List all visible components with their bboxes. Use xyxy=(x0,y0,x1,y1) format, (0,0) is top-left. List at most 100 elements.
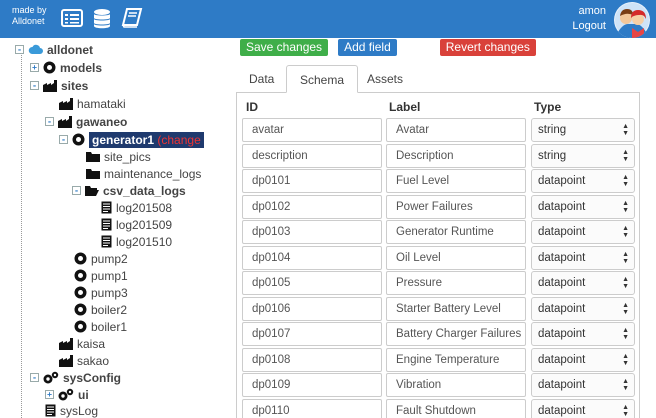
tree-node-ui[interactable]: + ui xyxy=(45,386,89,403)
field-type-value: datapoint xyxy=(538,277,586,289)
select-arrows-icon: ▲ ▼ xyxy=(622,276,629,290)
field-type-select[interactable]: datapoint ▲ ▼ xyxy=(531,271,635,295)
logout-link[interactable]: Logout xyxy=(572,19,606,34)
field-label-input[interactable]: Description xyxy=(386,143,526,168)
field-id-input[interactable]: description xyxy=(242,143,382,168)
expand-toggle[interactable]: + xyxy=(45,390,54,399)
field-id-input[interactable]: dp0108 xyxy=(242,347,382,372)
table-icon[interactable] xyxy=(61,8,83,28)
field-type-select[interactable]: datapoint ▲ ▼ xyxy=(531,373,635,397)
select-arrows-icon: ▲ ▼ xyxy=(622,148,629,163)
expand-toggle[interactable]: + xyxy=(30,63,39,72)
tab-data[interactable]: Data xyxy=(236,65,287,93)
add-field-button[interactable]: Add field xyxy=(338,39,397,56)
field-id-input[interactable]: avatar xyxy=(242,118,382,142)
field-type-select[interactable]: string ▲ ▼ xyxy=(531,118,635,142)
field-label-input[interactable]: Power Failures xyxy=(386,194,526,219)
tree-node-hamataki[interactable]: hamataki xyxy=(59,95,126,112)
tree-node-maintenance-logs[interactable]: maintenance_logs xyxy=(86,165,201,182)
field-label-input[interactable]: Fuel Level xyxy=(386,169,526,193)
tab-bar: Data Schema Assets xyxy=(236,62,640,93)
field-type-select[interactable]: string ▲ ▼ xyxy=(531,143,635,168)
field-type-select[interactable]: datapoint ▲ ▼ xyxy=(531,220,635,244)
collapse-toggle[interactable]: - xyxy=(15,45,24,54)
tree-node-sites[interactable]: - sites xyxy=(30,77,88,94)
field-label-input[interactable]: Oil Level xyxy=(386,245,526,270)
factory-icon xyxy=(59,354,73,367)
field-type-select[interactable]: datapoint ▲ ▼ xyxy=(531,169,635,193)
avatar[interactable] xyxy=(614,2,650,38)
field-type-select[interactable]: datapoint ▲ ▼ xyxy=(531,347,635,372)
field-id-input[interactable]: dp0110 xyxy=(242,398,382,418)
tree-node-alldonet[interactable]: - alldonet xyxy=(15,41,93,58)
tree-node-label: maintenance_logs xyxy=(104,166,202,181)
tree-node-label: gawaneo xyxy=(76,114,128,129)
tab-schema[interactable]: Schema xyxy=(286,65,359,93)
save-changes-button[interactable]: Save changes xyxy=(240,39,329,56)
tree-node-boiler1[interactable]: boiler1 xyxy=(74,318,127,335)
tree-node-sakao[interactable]: sakao xyxy=(59,352,109,369)
select-arrows-icon: ▲ ▼ xyxy=(622,199,629,214)
field-type-select[interactable]: datapoint ▲ ▼ xyxy=(531,245,635,270)
tree-node-gawaneo[interactable]: - gawaneo xyxy=(45,113,127,130)
collapse-toggle[interactable]: - xyxy=(72,186,81,195)
field-type-select[interactable]: datapoint ▲ ▼ xyxy=(531,398,635,418)
tree-node-generator1[interactable]: - generator1 (change xyxy=(59,131,204,148)
revert-changes-button[interactable]: Revert changes xyxy=(439,39,536,56)
tab-assets[interactable]: Assets xyxy=(354,65,416,93)
collapse-toggle[interactable]: - xyxy=(59,135,68,144)
field-type-value: datapoint xyxy=(538,404,586,417)
database-icon[interactable] xyxy=(92,8,114,29)
tree-node-pump2[interactable]: pump2 xyxy=(74,250,128,267)
select-arrows-icon: ▲ ▼ xyxy=(622,327,629,341)
field-type-select[interactable]: datapoint ▲ ▼ xyxy=(531,322,635,346)
field-label-input[interactable]: Generator Runtime xyxy=(386,220,526,244)
tree-node-log201508[interactable]: log201508 xyxy=(101,199,172,216)
username: amon xyxy=(578,5,606,17)
tree-node-log201510[interactable]: log201510 xyxy=(101,233,172,250)
tree-node-pump1[interactable]: pump1 xyxy=(74,267,128,284)
field-label-input[interactable]: Avatar xyxy=(386,118,526,142)
field-id-input[interactable]: dp0101 xyxy=(242,169,382,193)
tree-node-models[interactable]: + models xyxy=(30,59,102,76)
tree-node-site-pics[interactable]: site_pics xyxy=(86,148,151,165)
tree-node-csv-data-logs[interactable]: - csv_data_logs xyxy=(72,182,186,199)
field-label-input[interactable]: Battery Charger Failures xyxy=(386,322,526,346)
field-type-value: datapoint xyxy=(538,379,586,391)
collapse-toggle[interactable]: - xyxy=(30,373,39,382)
tree-node-label: hamataki xyxy=(77,96,126,111)
field-id-input[interactable]: dp0103 xyxy=(242,220,382,244)
tree-node-kaisa[interactable]: kaisa xyxy=(59,335,105,352)
tree-node-pump3[interactable]: pump3 xyxy=(74,284,128,301)
field-type-select[interactable]: datapoint ▲ ▼ xyxy=(531,194,635,219)
tree-node-label: log201510 xyxy=(116,234,173,249)
field-label-input[interactable]: Vibration xyxy=(386,373,526,397)
field-type-select[interactable]: datapoint ▲ ▼ xyxy=(531,296,635,321)
field-id-input[interactable]: dp0106 xyxy=(242,296,382,321)
field-id-input[interactable]: dp0107 xyxy=(242,322,382,346)
select-arrows-icon: ▲ ▼ xyxy=(622,403,629,418)
collapse-toggle[interactable]: - xyxy=(30,81,39,90)
tree-node-syslog[interactable]: sysLog xyxy=(45,402,98,418)
gear-icon xyxy=(74,269,87,282)
folder-icon xyxy=(86,152,100,162)
column-header-type: Type xyxy=(534,100,562,114)
field-id-input[interactable]: dp0102 xyxy=(242,194,382,219)
tree-node-sysconfig[interactable]: - sysConfig xyxy=(30,369,121,386)
factory-icon xyxy=(59,97,73,110)
brand: made by Alldonet xyxy=(12,5,47,27)
gear-icon xyxy=(43,61,56,74)
tree-node-label: ui xyxy=(78,387,89,402)
book-icon[interactable] xyxy=(121,8,143,28)
field-label-input[interactable]: Starter Battery Level xyxy=(386,296,526,321)
field-id-input[interactable]: dp0104 xyxy=(242,245,382,270)
tree-node-boiler2[interactable]: boiler2 xyxy=(74,301,127,318)
factory-icon xyxy=(58,115,72,128)
field-label-input[interactable]: Fault Shutdown xyxy=(386,398,526,418)
field-label-input[interactable]: Pressure xyxy=(386,271,526,295)
collapse-toggle[interactable]: - xyxy=(45,117,54,126)
field-id-input[interactable]: dp0109 xyxy=(242,373,382,397)
field-label-input[interactable]: Engine Temperature xyxy=(386,347,526,372)
tree-node-log201509[interactable]: log201509 xyxy=(101,216,172,233)
field-id-input[interactable]: dp0105 xyxy=(242,271,382,295)
